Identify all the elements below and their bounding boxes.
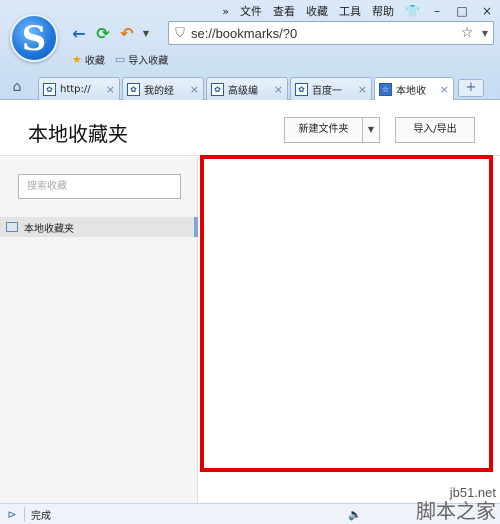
paw-icon: ✿: [43, 82, 56, 96]
sidebar: 搜索收藏 本地收藏夹: [0, 157, 198, 503]
logo-letter: S: [21, 19, 47, 59]
import-favorites-button[interactable]: ▭ 导入收藏: [115, 52, 168, 67]
browser-logo[interactable]: S: [10, 14, 58, 62]
tab-bar: ⌂ ✿ http:// × ✿ 我的经 × ✿ 高级编 × ✿ 百度一 × ☆ …: [0, 74, 500, 101]
folder-icon: [6, 222, 18, 232]
star-icon: ★: [72, 52, 82, 66]
home-icon[interactable]: ⌂: [8, 78, 26, 96]
nav-buttons: ← ⟳ ↶ ▼: [70, 22, 150, 46]
menu-overflow[interactable]: »: [222, 5, 229, 18]
tab-title: 高级编: [228, 85, 258, 97]
tab-close-icon[interactable]: ×: [274, 83, 283, 96]
shield-icon: ⛉: [175, 25, 185, 41]
page-header: 本地收藏夹 新建文件夹 ▼ 导入/导出: [0, 100, 500, 156]
tab-3[interactable]: ✿ 高级编 ×: [206, 77, 288, 100]
tab-title: http://: [60, 83, 91, 95]
tab-2[interactable]: ✿ 我的经 ×: [122, 77, 204, 100]
page-title: 本地收藏夹: [28, 122, 128, 146]
folder-icon: ▭: [114, 52, 126, 66]
favorites-button[interactable]: ★ 收藏: [72, 52, 105, 67]
undo-icon[interactable]: ↶: [118, 25, 136, 43]
tab-close-icon[interactable]: ×: [358, 83, 367, 96]
browser-chrome: S » 文件 查看 收藏 工具 帮助 👕 – □ × ← ⟳ ↶ ▼ ⛉ se:…: [0, 0, 500, 101]
tab-4[interactable]: ✿ 百度一 ×: [290, 77, 372, 100]
chevron-down-icon[interactable]: ▼: [142, 25, 150, 43]
highlight-box: [200, 155, 493, 472]
sidebar-toggle-icon[interactable]: ⊳: [0, 508, 24, 521]
search-input[interactable]: 搜索收藏: [18, 174, 181, 199]
sidebar-item-local-favorites[interactable]: 本地收藏夹: [0, 217, 198, 237]
watermark: jb51.net 脚本之家: [416, 485, 496, 522]
paw-icon: ✿: [127, 82, 140, 96]
menu-help[interactable]: 帮助: [372, 3, 394, 19]
import-export-button[interactable]: 导入/导出: [395, 117, 475, 143]
bookmark-star-icon[interactable]: ☆: [457, 25, 477, 41]
close-button[interactable]: ×: [480, 4, 494, 18]
refresh-icon[interactable]: ⟳: [94, 25, 112, 43]
favorites-bar: ★ 收藏 ▭ 导入收藏: [72, 50, 168, 68]
address-url[interactable]: se://bookmarks/?0: [191, 26, 457, 41]
maximize-button[interactable]: □: [455, 4, 469, 18]
watermark-url: jb51.net: [449, 485, 496, 500]
favorites-label: 收藏: [84, 55, 105, 67]
star-icon: ☆: [379, 83, 392, 96]
new-tab-button[interactable]: +: [458, 79, 484, 97]
back-arrow-icon[interactable]: ←: [70, 25, 88, 43]
divider: [24, 507, 25, 521]
menu-favorites[interactable]: 收藏: [306, 3, 328, 19]
new-folder-label[interactable]: 新建文件夹: [285, 118, 363, 142]
paw-icon: ✿: [211, 82, 224, 96]
menu-bar: » 文件 查看 收藏 工具 帮助 👕 – □ ×: [222, 2, 494, 20]
status-text: 完成: [31, 510, 51, 522]
sidebar-item-label: 本地收藏夹: [24, 223, 74, 235]
menu-view[interactable]: 查看: [273, 3, 295, 19]
menu-tools[interactable]: 工具: [339, 3, 361, 19]
tab-title: 我的经: [144, 85, 174, 97]
tab-title: 百度一: [312, 85, 342, 97]
new-folder-button[interactable]: 新建文件夹 ▼: [284, 117, 380, 143]
shirt-icon[interactable]: 👕: [405, 4, 420, 18]
address-bar[interactable]: ⛉ se://bookmarks/?0 ☆ ▼: [168, 21, 494, 45]
scrollbar-thumb[interactable]: [194, 217, 198, 237]
paw-icon: ✿: [295, 82, 308, 96]
tab-close-icon[interactable]: ×: [190, 83, 199, 96]
tab-close-icon[interactable]: ×: [440, 83, 449, 96]
address-dropdown-icon[interactable]: ▼: [477, 29, 493, 38]
watermark-site: 脚本之家: [416, 499, 496, 523]
minimize-button[interactable]: –: [430, 4, 444, 18]
tab-title: 本地收: [396, 86, 426, 97]
tab-close-icon[interactable]: ×: [106, 83, 115, 96]
tab-1[interactable]: ✿ http:// ×: [38, 77, 120, 100]
tab-5-active[interactable]: ☆ 本地收 ×: [374, 77, 454, 101]
import-favorites-label: 导入收藏: [128, 55, 169, 67]
chevron-down-icon[interactable]: ▼: [363, 118, 379, 142]
volume-icon[interactable]: 🔈: [348, 508, 362, 521]
menu-file[interactable]: 文件: [240, 3, 262, 19]
